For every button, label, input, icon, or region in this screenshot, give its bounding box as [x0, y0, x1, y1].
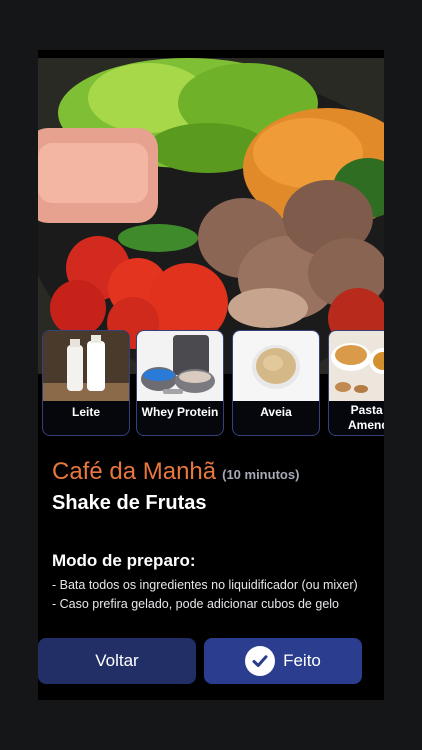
preparation-title: Modo de preparo:: [52, 551, 196, 570]
recipe-name: Shake de Frutas: [52, 492, 207, 514]
meal-photo: [38, 58, 384, 374]
whey-protein-image: [137, 331, 223, 401]
meal-duration: (10 minutos): [222, 467, 300, 482]
ingredient-label: Whey Protein: [141, 405, 219, 419]
preparation-steps: - Bata todos os ingredientes no liquidif…: [52, 576, 358, 614]
back-button[interactable]: Voltar: [38, 638, 196, 684]
ingredient-label: Pasta d Amendo: [348, 403, 384, 432]
check-circle-icon: [245, 646, 276, 676]
screen: Leite Whey Protein Aveia Pasta Amen Café…: [38, 50, 384, 700]
preparation-step: - Caso prefira gelado, pode adicionar cu…: [52, 597, 339, 611]
meal-title-row: Café da Manhã (10 minutos): [52, 458, 299, 486]
ingredient-carousel[interactable]: Leite Whey Protein Aveia Pasta Amen: [42, 330, 384, 436]
ingredient-label: Aveia: [260, 405, 292, 419]
peanut-butter-image: [329, 331, 384, 401]
ingredient-card-pasta-de-amendoim[interactable]: Pasta d Amendo: [328, 330, 384, 436]
done-button-label: Feito: [283, 651, 321, 670]
ingredient-card-aveia[interactable]: Aveia: [232, 330, 320, 436]
ingredient-card-leite[interactable]: Leite: [42, 330, 130, 436]
oats-bowl-image: [233, 331, 319, 401]
milk-bottles-image: [43, 331, 129, 401]
preparation-step: - Bata todos os ingredientes no liquidif…: [52, 578, 358, 592]
ingredient-card-whey-protein[interactable]: Whey Protein: [136, 330, 224, 436]
back-button-label: Voltar: [95, 651, 139, 670]
ingredient-label: Leite: [71, 405, 100, 419]
meal-name: Café da Manhã: [52, 458, 217, 485]
done-button[interactable]: Feito: [204, 638, 362, 684]
